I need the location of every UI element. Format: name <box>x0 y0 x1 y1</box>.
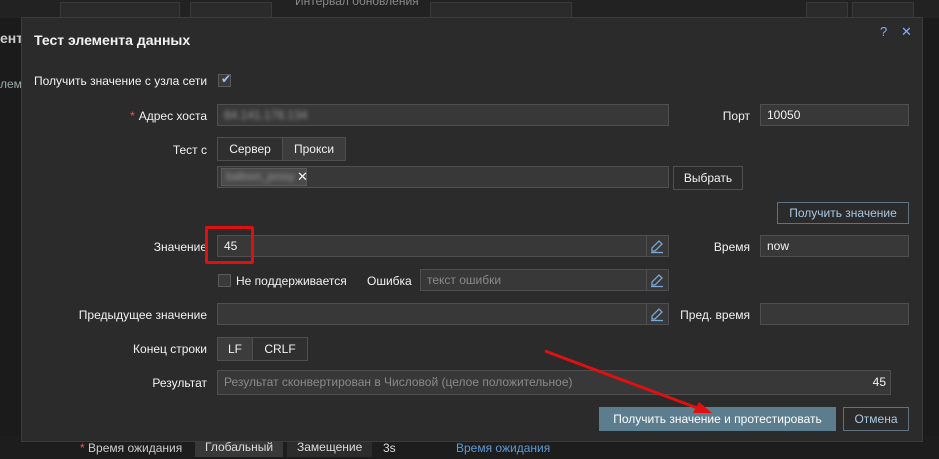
annotation-arrow <box>544 349 712 413</box>
